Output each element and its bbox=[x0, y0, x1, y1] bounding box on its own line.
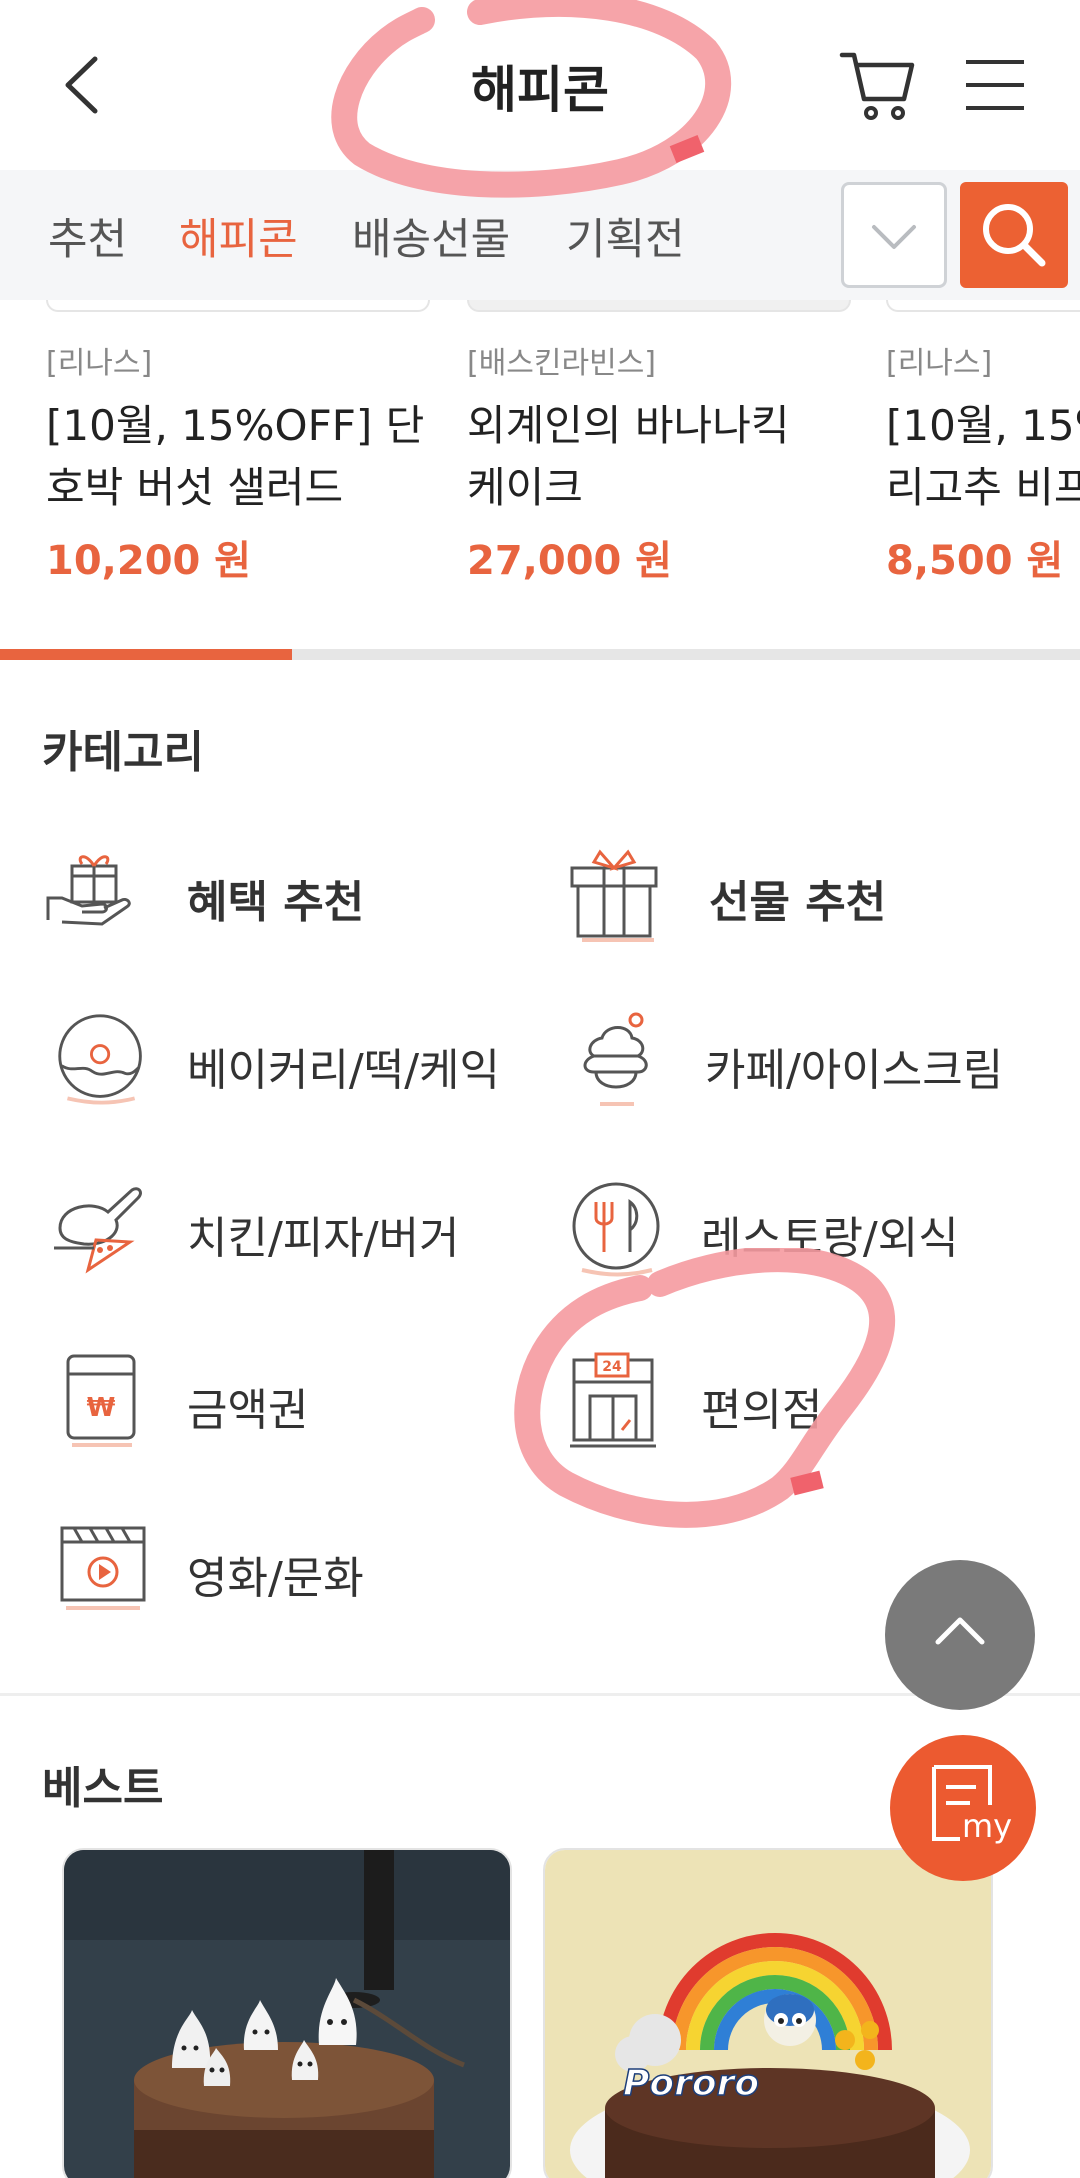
category-label: 치킨/피자/버거 bbox=[187, 1213, 460, 1264]
category-label: 베이커리/떡/케익 bbox=[187, 1045, 501, 1096]
hamburger-menu-icon bbox=[966, 60, 1024, 110]
tab-delivery-gift[interactable]: 배송선물 bbox=[352, 205, 510, 267]
svg-text:24: 24 bbox=[602, 1359, 622, 1375]
page-title: 해피콘 bbox=[471, 61, 609, 119]
cart-icon bbox=[839, 52, 915, 120]
menu-button[interactable] bbox=[960, 52, 1030, 118]
category-gift-recommend[interactable]: 선물 추천 bbox=[564, 842, 1064, 962]
best-section-title: 베스트 bbox=[42, 1763, 164, 1814]
category-label: 편의점 bbox=[701, 1385, 823, 1436]
category-label: 금액권 bbox=[187, 1385, 309, 1436]
category-convenience-store[interactable]: 24 편의점 bbox=[568, 1350, 1068, 1470]
pororo-rainbow-cake-image: Pororo bbox=[545, 1850, 991, 2178]
donut-icon bbox=[58, 1014, 142, 1105]
category-voucher[interactable]: ₩ 금액권 bbox=[62, 1350, 562, 1470]
category-movie-culture[interactable]: 영화/문화 bbox=[58, 1518, 558, 1638]
product-name: [10월, 15%OFF] 단호박 버섯 샐러드 bbox=[46, 401, 425, 512]
category-label: 레스토랑/외식 bbox=[701, 1213, 959, 1264]
category-section-title: 카테고리 bbox=[42, 727, 204, 778]
product-name: [10월, 15%OFF] 리고추 비프 bbox=[886, 401, 1080, 512]
won-voucher-icon: ₩ bbox=[66, 1354, 136, 1447]
tab-expand-button[interactable] bbox=[841, 182, 947, 288]
search-icon bbox=[983, 204, 1046, 267]
product-card-clip: [리나스] [10월, 15%OFF] 리고추 비프 8,500 원 bbox=[886, 300, 1080, 640]
product-brand: [리나스] bbox=[46, 346, 153, 381]
my-list-icon: my bbox=[932, 1765, 1012, 1845]
category-bakery[interactable]: 베이커리/떡/케익 bbox=[54, 1010, 554, 1130]
product-name: 외계인의 바나나킥 케이크 bbox=[467, 401, 790, 512]
category-restaurant[interactable]: 레스토랑/외식 bbox=[568, 1178, 1068, 1298]
tab-happicon[interactable]: 해피콘 bbox=[179, 205, 298, 267]
product-thumbnail bbox=[46, 300, 430, 312]
chevron-up-icon bbox=[935, 1617, 985, 1645]
my-page-button[interactable]: my bbox=[890, 1735, 1036, 1881]
product-thumbnail bbox=[886, 300, 1080, 312]
my-label: my bbox=[962, 1807, 1012, 1845]
product-scroll-indicator bbox=[0, 649, 1080, 660]
gift-hand-icon bbox=[46, 855, 131, 926]
product-price: 27,000 원 bbox=[467, 538, 673, 584]
ice-cream-icon bbox=[583, 1012, 648, 1106]
svg-text:₩: ₩ bbox=[87, 1393, 116, 1423]
category-label: 선물 추천 bbox=[709, 877, 887, 928]
category-label: 카페/아이스크림 bbox=[705, 1045, 1004, 1096]
search-button[interactable] bbox=[960, 182, 1068, 288]
category-label: 영화/문화 bbox=[187, 1553, 364, 1604]
product-scroll-indicator-fill bbox=[0, 649, 292, 660]
tab-recommend[interactable]: 추천 bbox=[48, 205, 127, 267]
chevron-down-icon bbox=[872, 225, 916, 249]
product-thumbnail bbox=[467, 300, 851, 312]
category-benefit-recommend[interactable]: 혜택 추천 bbox=[42, 842, 542, 962]
fork-knife-icon bbox=[572, 1182, 660, 1277]
category-cafe-icecream[interactable]: 카페/아이스크림 bbox=[572, 1010, 1072, 1130]
scroll-top-button[interactable] bbox=[885, 1560, 1035, 1710]
chocolate-ghost-cake-image bbox=[64, 1850, 510, 2178]
convenience-store-icon: 24 bbox=[570, 1352, 656, 1448]
product-price: 8,500 원 bbox=[886, 538, 1064, 584]
best-product-card[interactable] bbox=[62, 1848, 512, 2178]
movie-clapper-icon bbox=[60, 1526, 146, 1610]
gift-box-icon bbox=[570, 849, 658, 942]
best-product-card[interactable]: Pororo bbox=[543, 1848, 993, 2178]
product-price: 10,200 원 bbox=[46, 538, 252, 584]
category-chicken-pizza[interactable]: 치킨/피자/버거 bbox=[50, 1178, 550, 1298]
category-label: 혜택 추천 bbox=[187, 877, 365, 928]
tab-promotion[interactable]: 기획전 bbox=[566, 205, 685, 267]
app-header: 해피콘 bbox=[0, 0, 1080, 170]
cart-button[interactable] bbox=[838, 45, 918, 125]
product-brand: [리나스] bbox=[886, 346, 993, 381]
chicken-pizza-icon bbox=[54, 1187, 142, 1274]
category-tab-bar: 추천 해피콘 배송선물 기획전 bbox=[0, 170, 1080, 300]
product-brand: [배스킨라빈스] bbox=[467, 346, 657, 381]
cake-topper-text: Pororo bbox=[623, 2063, 759, 2104]
